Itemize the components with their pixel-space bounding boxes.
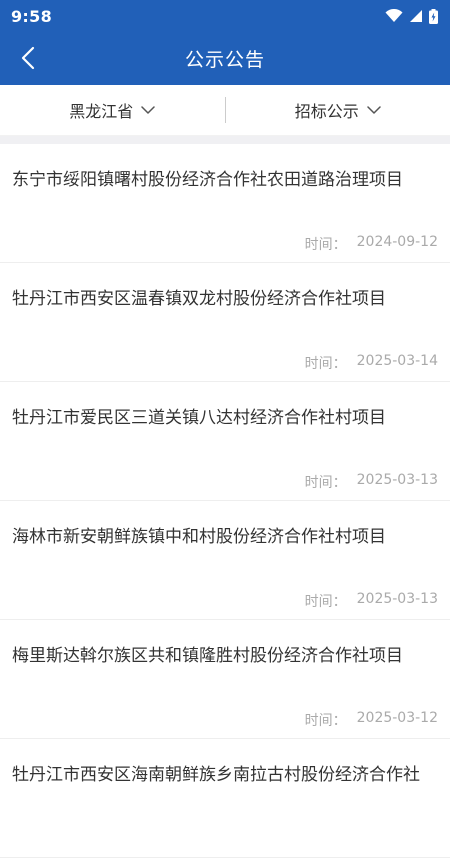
list-item[interactable]: 东宁市绥阳镇曙村股份经济合作社农田道路治理项目 时间： 2024-09-12	[0, 144, 450, 263]
chevron-down-icon	[367, 106, 381, 115]
notice-meta: 时间： 2025-03-13	[305, 472, 438, 492]
status-time: 9:58	[11, 7, 52, 26]
notice-list: 东宁市绥阳镇曙村股份经济合作社农田道路治理项目 时间： 2024-09-12 牡…	[0, 144, 450, 858]
time-label: 时间：	[305, 710, 347, 730]
filter-bar: 黑龙江省 招标公示	[0, 85, 450, 136]
notice-title: 牡丹江市西安区海南朝鲜族乡南拉古村股份经济合作社	[12, 763, 438, 787]
back-button[interactable]	[12, 42, 44, 74]
status-icons	[385, 9, 438, 24]
time-label: 时间：	[305, 591, 347, 611]
cell-signal-icon	[409, 9, 423, 23]
time-label: 时间：	[305, 472, 347, 492]
list-item[interactable]: 梅里斯达斡尔族区共和镇隆胜村股份经济合作社项目 时间： 2025-03-12	[0, 620, 450, 739]
notice-meta: 时间： 2025-03-13	[305, 591, 438, 611]
battery-icon	[429, 9, 438, 24]
time-label: 时间：	[305, 353, 347, 373]
region-filter-label: 黑龙江省	[69, 98, 133, 122]
notice-date: 2025-03-14	[357, 353, 438, 373]
time-label: 时间：	[305, 234, 347, 254]
chevron-left-icon	[21, 46, 35, 70]
notice-title: 牡丹江市爱民区三道关镇八达村经济合作社村项目	[12, 406, 438, 430]
notice-meta: 时间： 2025-03-12	[305, 710, 438, 730]
region-filter-dropdown[interactable]: 黑龙江省	[0, 85, 225, 135]
notice-date: 2024-09-12	[357, 234, 438, 254]
app-bar: 公示公告	[0, 32, 450, 85]
wifi-icon	[385, 9, 403, 23]
notice-meta: 时间： 2024-09-12	[305, 234, 438, 254]
list-item[interactable]: 牡丹江市爱民区三道关镇八达村经济合作社村项目 时间： 2025-03-13	[0, 382, 450, 501]
page-title: 公示公告	[185, 45, 265, 72]
notice-date: 2025-03-13	[357, 591, 438, 611]
notice-title: 海林市新安朝鲜族镇中和村股份经济合作社村项目	[12, 525, 438, 549]
notice-date: 2025-03-13	[357, 472, 438, 492]
notice-title: 梅里斯达斡尔族区共和镇隆胜村股份经济合作社项目	[12, 644, 438, 668]
list-item[interactable]: 牡丹江市西安区海南朝鲜族乡南拉古村股份经济合作社	[0, 739, 450, 858]
status-bar: 9:58	[0, 0, 450, 32]
notice-date: 2025-03-12	[357, 710, 438, 730]
notice-meta: 时间： 2025-03-14	[305, 353, 438, 373]
chevron-down-icon	[141, 106, 155, 115]
section-separator	[0, 136, 450, 144]
list-item[interactable]: 海林市新安朝鲜族镇中和村股份经济合作社村项目 时间： 2025-03-13	[0, 501, 450, 620]
notice-title: 牡丹江市西安区温春镇双龙村股份经济合作社项目	[12, 287, 438, 311]
category-filter-label: 招标公示	[295, 98, 359, 122]
category-filter-dropdown[interactable]: 招标公示	[226, 85, 450, 135]
list-item[interactable]: 牡丹江市西安区温春镇双龙村股份经济合作社项目 时间： 2025-03-14	[0, 263, 450, 382]
notice-title: 东宁市绥阳镇曙村股份经济合作社农田道路治理项目	[12, 168, 438, 192]
